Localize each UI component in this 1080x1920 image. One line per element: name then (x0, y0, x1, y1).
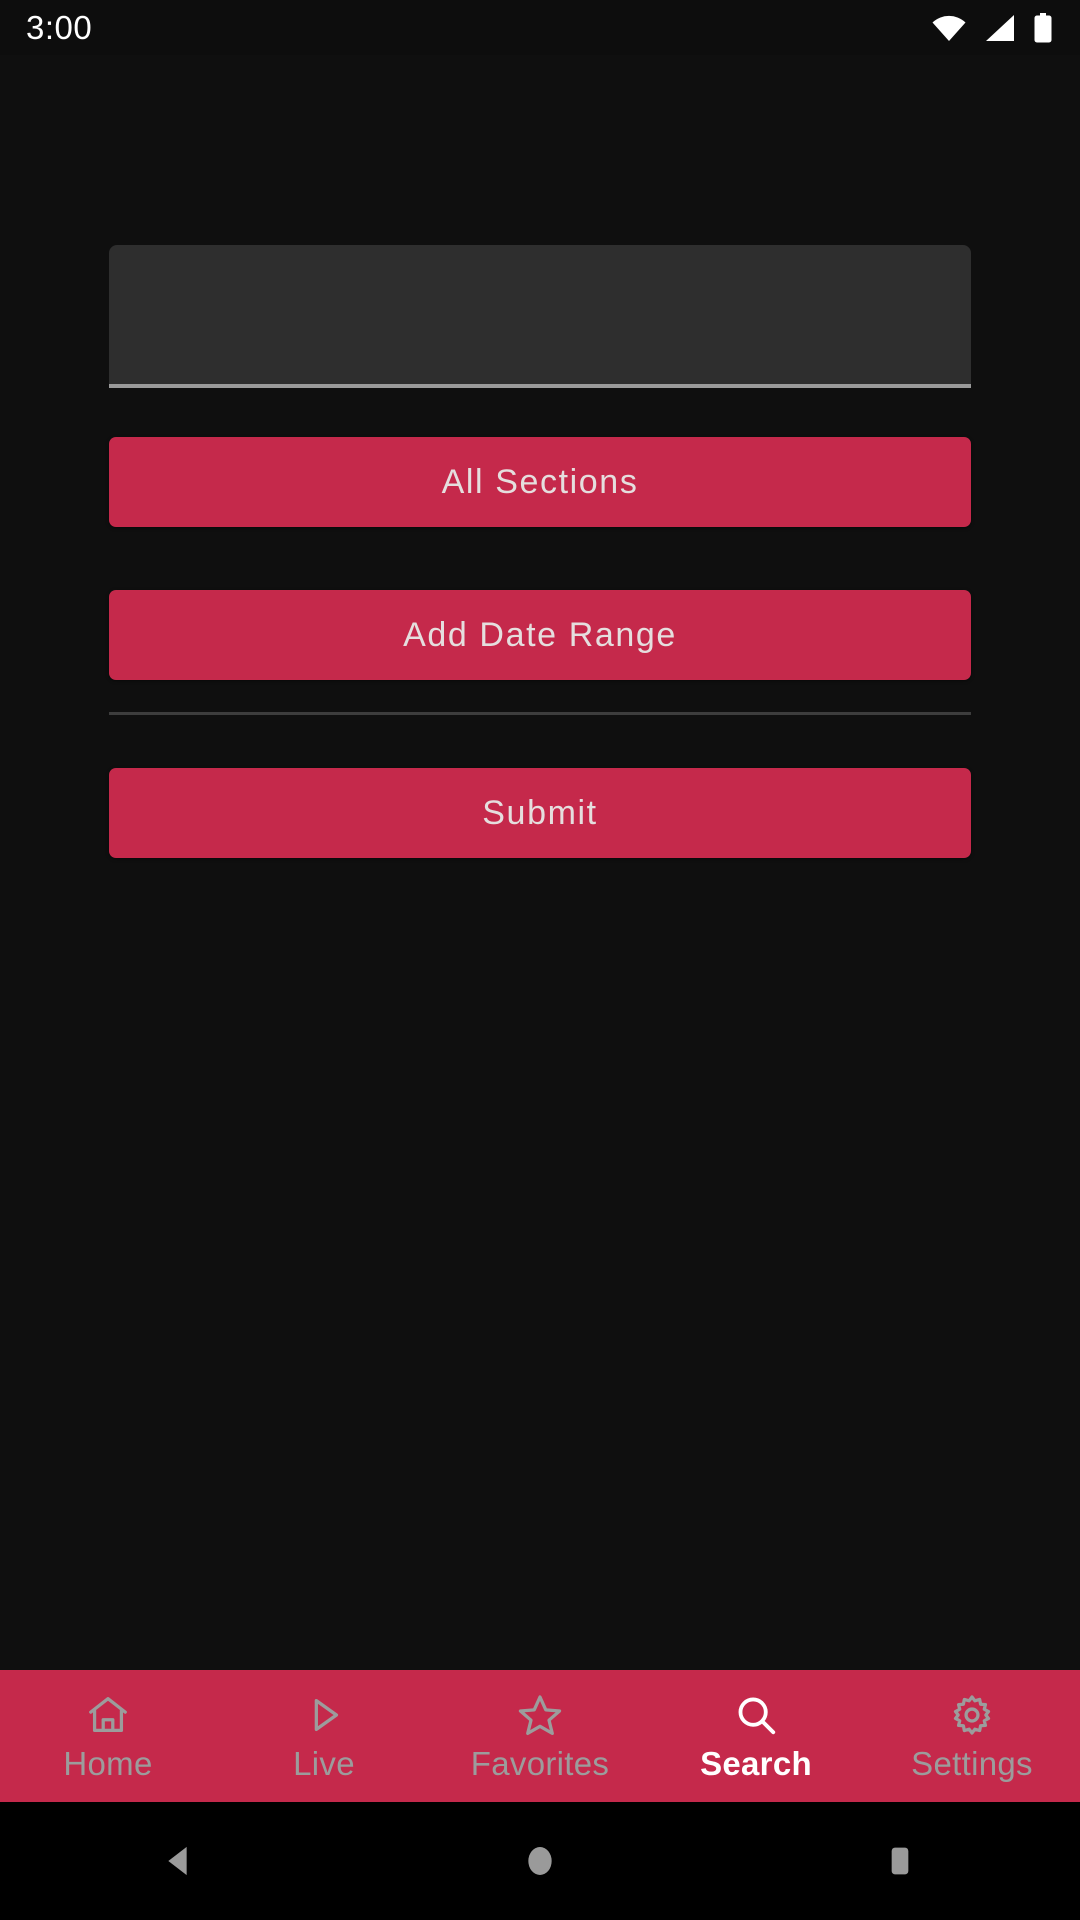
tab-settings[interactable]: Settings (864, 1670, 1080, 1802)
form-divider (109, 712, 971, 715)
status-clock: 3:00 (26, 9, 93, 46)
search-icon (733, 1692, 779, 1738)
cellular-signal-icon (985, 14, 1015, 41)
add-date-range-button[interactable]: Add Date Range (109, 590, 971, 680)
tab-label-settings: Settings (911, 1745, 1033, 1782)
search-input[interactable] (109, 245, 971, 388)
app-screen: 3:00 All Sections Add Date Range Submit … (0, 0, 1080, 1920)
back-button[interactable] (0, 1802, 360, 1920)
bottom-tab-bar: Home Live Favorites Search Settings (0, 1670, 1080, 1802)
play-icon (301, 1692, 347, 1738)
tab-live[interactable]: Live (216, 1670, 432, 1802)
tab-label-favorites: Favorites (470, 1745, 610, 1782)
search-panel: All Sections Add Date Range Submit (0, 55, 1080, 1670)
battery-icon (1034, 12, 1052, 43)
system-navigation-bar (0, 1802, 1080, 1920)
tab-label-live: Live (293, 1745, 355, 1782)
home-icon (85, 1692, 131, 1738)
tab-home[interactable]: Home (0, 1670, 216, 1802)
gear-icon (949, 1692, 995, 1738)
tab-label-search: Search (700, 1745, 812, 1782)
submit-button[interactable]: Submit (109, 768, 971, 858)
home-button[interactable] (360, 1802, 720, 1920)
wifi-icon (932, 15, 966, 41)
recents-button[interactable] (720, 1802, 1080, 1920)
status-icon-group (932, 12, 1052, 43)
tab-label-home: Home (63, 1745, 153, 1782)
star-icon (517, 1692, 563, 1738)
tab-favorites[interactable]: Favorites (432, 1670, 648, 1802)
tab-search[interactable]: Search (648, 1670, 864, 1802)
status-bar: 3:00 (0, 0, 1080, 55)
all-sections-button[interactable]: All Sections (109, 437, 971, 527)
